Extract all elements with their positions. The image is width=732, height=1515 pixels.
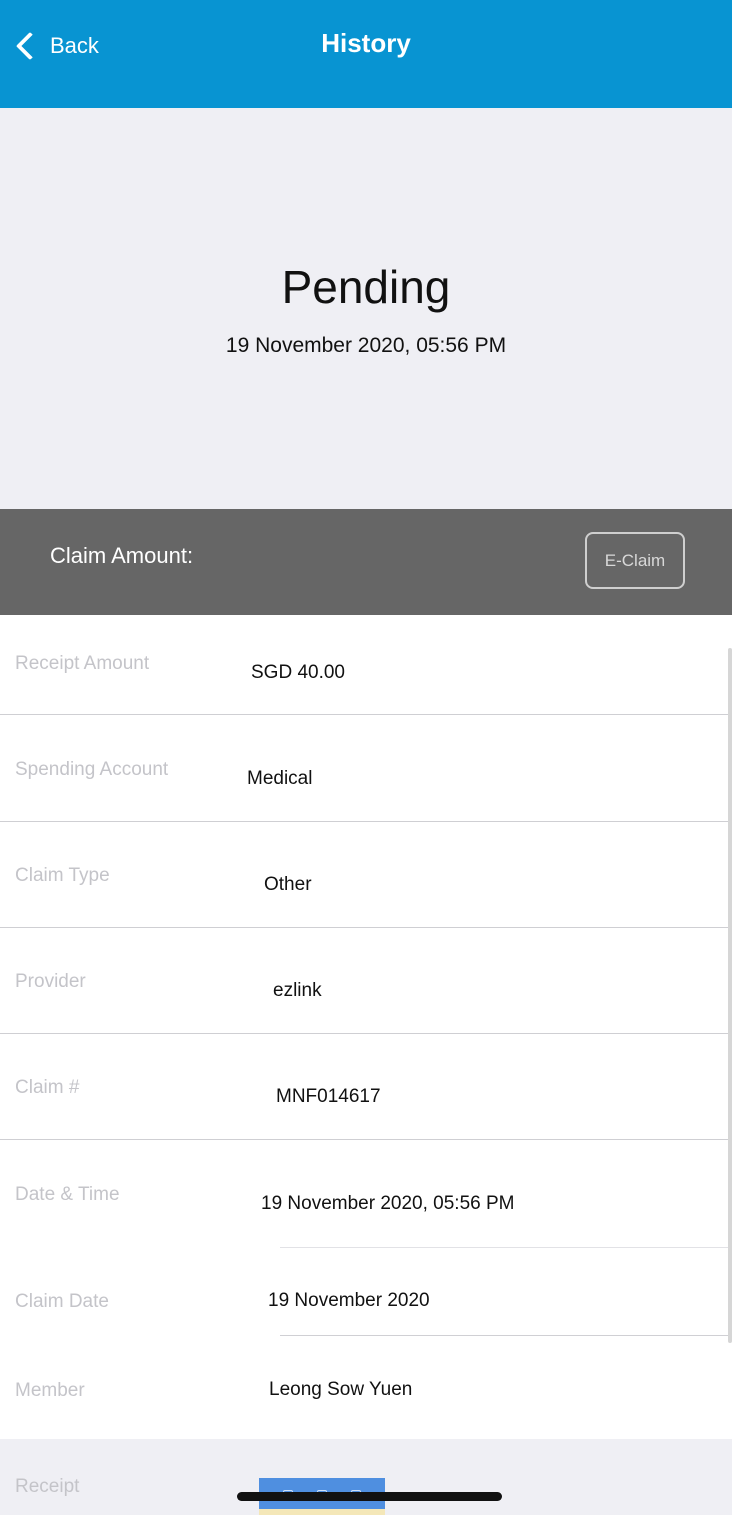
scrollbar[interactable] [728, 648, 732, 1343]
receipt-section: Receipt [0, 1439, 732, 1515]
detail-value: 19 November 2020, 05:56 PM [261, 1193, 515, 1214]
navigation-bar: Back History [0, 0, 732, 108]
detail-row-spending-account: Spending Account Medical [0, 715, 732, 821]
detail-value: Leong Sow Yuen [269, 1379, 413, 1400]
detail-value: MNF014617 [276, 1086, 381, 1107]
detail-value: 19 November 2020 [268, 1290, 430, 1311]
claim-details-list: Receipt Amount SGD 40.00 Spending Accoun… [0, 615, 732, 1439]
detail-row-claim-date: Claim Date 19 November 2020 [0, 1248, 732, 1335]
e-claim-button[interactable]: E-Claim [585, 532, 685, 589]
detail-value: Other [264, 874, 312, 895]
receipt-label: Receipt [15, 1476, 80, 1497]
detail-value: Medical [247, 768, 313, 789]
detail-row-claim-type: Claim Type Other [0, 822, 732, 927]
detail-label: Date & Time [15, 1184, 120, 1205]
detail-value: ezlink [273, 980, 322, 1001]
detail-label: Spending Account [15, 759, 169, 780]
detail-row-date-time: Date & Time 19 November 2020, 05:56 PM [0, 1140, 732, 1247]
detail-label: Provider [15, 971, 86, 992]
detail-label: Member [15, 1380, 85, 1401]
detail-row-member: Member Leong Sow Yuen [0, 1336, 732, 1439]
detail-label: Receipt Amount [15, 653, 150, 674]
detail-label: Claim Type [15, 865, 110, 886]
detail-row-provider: Provider ezlink [0, 928, 732, 1033]
thumbnail-strip [259, 1509, 385, 1515]
detail-label: Claim # [15, 1077, 80, 1098]
status-header: Pending 19 November 2020, 05:56 PM [0, 108, 732, 509]
detail-label: Claim Date [15, 1291, 109, 1312]
status-title: Pending [281, 261, 451, 313]
detail-row-receipt-amount: Receipt Amount SGD 40.00 [0, 615, 732, 714]
page-title: History [321, 28, 411, 58]
detail-value: SGD 40.00 [251, 662, 345, 683]
status-timestamp: 19 November 2020, 05:56 PM [225, 334, 507, 357]
claim-amount-bar: Claim Amount: E-Claim [0, 509, 732, 615]
detail-row-claim-number: Claim # MNF014617 [0, 1034, 732, 1139]
claim-amount-label: Claim Amount: [50, 543, 194, 568]
home-indicator[interactable] [237, 1492, 502, 1501]
